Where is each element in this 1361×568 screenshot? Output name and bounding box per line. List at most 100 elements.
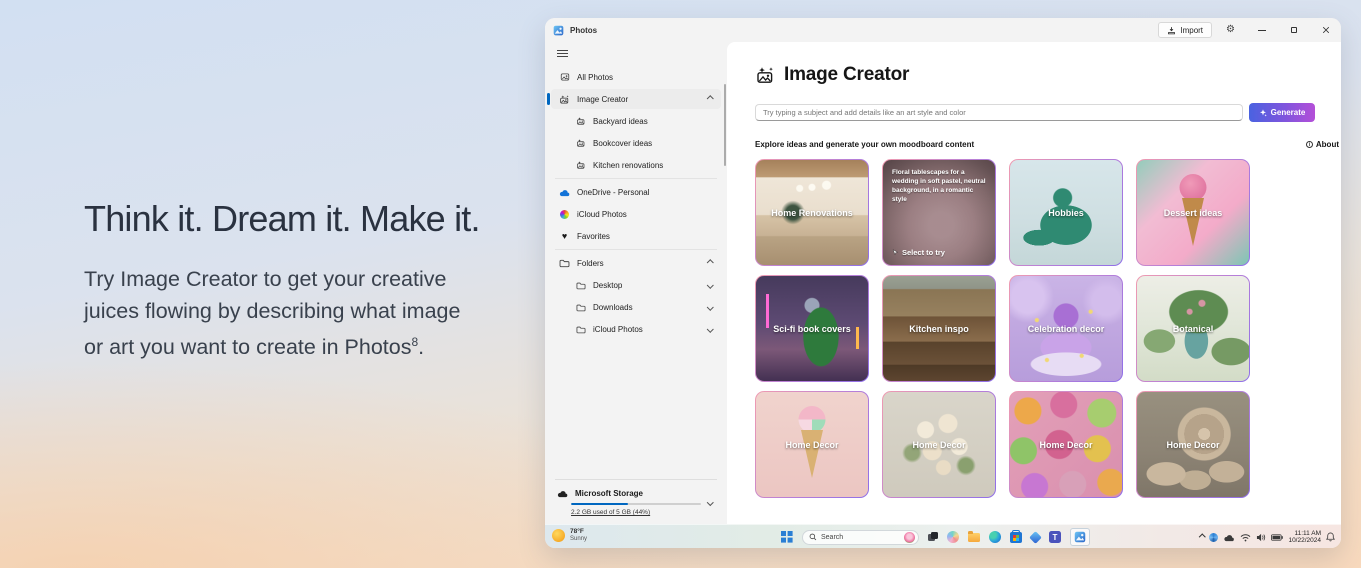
- tile-dessert-ideas[interactable]: Dessert ideas: [1136, 159, 1250, 266]
- image-creator-project-icon: [575, 116, 586, 126]
- sidebar-item-favorites[interactable]: ♥ Favorites: [551, 226, 721, 246]
- sidebar-label: Backyard ideas: [593, 117, 648, 126]
- sidebar-item-onedrive[interactable]: OneDrive - Personal: [551, 182, 721, 202]
- folder-icon: [575, 325, 586, 334]
- chevron-down-icon[interactable]: [708, 324, 713, 333]
- tile-home-decor-macarons[interactable]: Home Decor: [1009, 391, 1123, 498]
- import-button[interactable]: Import: [1158, 22, 1212, 38]
- weather-condition: Sunny: [570, 536, 587, 543]
- sidebar-label: Desktop: [593, 281, 622, 290]
- storage-label: Microsoft Storage: [575, 489, 643, 498]
- tile-label: Dessert ideas: [1137, 208, 1249, 218]
- sidebar-label: iCloud Photos: [577, 210, 627, 219]
- hero-title: Think it. Dream it. Make it.: [84, 198, 504, 240]
- tile-image: Sci-fi book covers: [756, 276, 868, 381]
- sidebar-item-backyard-ideas[interactable]: Backyard ideas: [551, 111, 721, 131]
- sidebar-item-kitchen-renovations[interactable]: Kitchen renovations: [551, 155, 721, 175]
- tile-hobbies[interactable]: Hobbies: [1009, 159, 1123, 266]
- sidebar: All Photos Image Creator Backyard ideas …: [545, 42, 727, 524]
- sidebar-item-folders[interactable]: Folders: [551, 253, 721, 273]
- teams-icon[interactable]: T: [1049, 531, 1061, 543]
- storage-progress-fill: [571, 503, 628, 506]
- sidebar-divider: [555, 249, 717, 250]
- chevron-down-icon[interactable]: [708, 280, 713, 289]
- minimize-button[interactable]: [1255, 23, 1269, 37]
- tile-home-decor-pottery[interactable]: Home Decor: [1136, 391, 1250, 498]
- tile-botanical[interactable]: Botanical: [1136, 275, 1250, 382]
- tile-home-renovations[interactable]: Home Renovations: [755, 159, 869, 266]
- search-icon: [809, 533, 817, 541]
- chevron-down-icon[interactable]: [708, 492, 713, 510]
- chevron-down-icon[interactable]: [708, 302, 713, 311]
- prompt-input[interactable]: [755, 104, 1243, 121]
- volume-icon[interactable]: [1256, 533, 1266, 542]
- close-button[interactable]: [1319, 23, 1333, 37]
- select-to-try[interactable]: Select to try: [892, 248, 945, 257]
- notification-bell-icon[interactable]: [1326, 532, 1335, 542]
- microsoft-store-icon[interactable]: [1010, 532, 1022, 543]
- chevron-up-icon[interactable]: [708, 94, 713, 103]
- tile-home-decor-cone[interactable]: Home Decor: [755, 391, 869, 498]
- sidebar-item-all-photos[interactable]: All Photos: [551, 67, 721, 87]
- tile-floral-prompt[interactable]: Floral tablescapes for a wedding in soft…: [882, 159, 996, 266]
- sidebar-item-icloud-folder[interactable]: iCloud Photos: [551, 319, 721, 339]
- task-view-button[interactable]: [928, 532, 938, 542]
- sidebar-label: Image Creator: [577, 95, 628, 104]
- sidebar-label: Folders: [577, 259, 604, 268]
- diamond-app-icon[interactable]: [1029, 531, 1042, 544]
- sidebar-item-icloud-photos[interactable]: iCloud Photos: [551, 204, 721, 224]
- about-button[interactable]: i About: [1306, 140, 1339, 149]
- tile-home-decor-bouquet[interactable]: Home Decor: [882, 391, 996, 498]
- restore-button[interactable]: [1287, 23, 1301, 37]
- sidebar-item-image-creator[interactable]: Image Creator: [551, 89, 721, 109]
- chevron-up-icon[interactable]: [708, 258, 713, 267]
- battery-icon[interactable]: [1271, 534, 1283, 541]
- hamburger-menu-icon[interactable]: [557, 50, 568, 57]
- tile-label: Hobbies: [1010, 208, 1122, 218]
- sidebar-scrollbar[interactable]: [724, 84, 726, 166]
- tile-scifi-book-covers[interactable]: Sci-fi book covers: [755, 275, 869, 382]
- file-explorer-icon[interactable]: [968, 533, 980, 542]
- generate-sparkle-icon: [1259, 109, 1267, 117]
- tile-image: Home Decor: [1137, 392, 1249, 497]
- heart-icon: ♥: [559, 232, 570, 241]
- sidebar-label: Bookcover ideas: [593, 139, 652, 148]
- page-title: Image Creator: [784, 64, 909, 86]
- search-placeholder: Search: [821, 534, 900, 541]
- tile-celebration-decor[interactable]: Celebration decor: [1009, 275, 1123, 382]
- taskbar-clock[interactable]: 11:11 AM 10/22/2024: [1288, 530, 1321, 545]
- select-to-try-label: Select to try: [902, 248, 945, 257]
- sidebar-item-bookcover-ideas[interactable]: Bookcover ideas: [551, 133, 721, 153]
- tray-chevron-up-icon[interactable]: [1200, 535, 1205, 540]
- storage-usage-link[interactable]: 2.2 GB used of 5 GB (44%): [571, 509, 701, 516]
- tile-image: Dessert ideas: [1137, 160, 1249, 265]
- weather-widget[interactable]: 78°F Sunny: [552, 528, 587, 543]
- storage-panel: Microsoft Storage 2.2 GB used of 5 GB (4…: [545, 479, 727, 525]
- copilot-icon[interactable]: [947, 531, 959, 543]
- sidebar-item-desktop[interactable]: Desktop: [551, 275, 721, 295]
- sidebar-label: OneDrive - Personal: [577, 188, 649, 197]
- icloud-photos-icon: [559, 210, 570, 219]
- sidebar-label: Favorites: [577, 232, 610, 241]
- tile-label: Celebration decor: [1010, 324, 1122, 334]
- explore-heading: Explore ideas and generate your own mood…: [755, 140, 974, 149]
- onedrive-tray-icon[interactable]: [1223, 533, 1235, 542]
- app-identity: Photos: [553, 25, 597, 36]
- sidebar-label: Downloads: [593, 303, 633, 312]
- hero-body-period: .: [418, 335, 424, 359]
- generate-button[interactable]: Generate: [1249, 103, 1315, 122]
- settings-gear-icon[interactable]: ⚙: [1226, 25, 1235, 35]
- start-button[interactable]: [781, 531, 793, 543]
- tile-kitchen-inspo[interactable]: Kitchen inspo: [882, 275, 996, 382]
- folder-icon: [575, 303, 586, 312]
- tile-label: Sci-fi book covers: [756, 324, 868, 334]
- wifi-icon[interactable]: [1240, 533, 1251, 542]
- tile-image: Celebration decor: [1010, 276, 1122, 381]
- image-creator-page: Image Creator Generate Explore ideas and…: [727, 42, 1341, 524]
- import-label: Import: [1180, 26, 1203, 35]
- photos-taskbar-icon-active[interactable]: [1070, 528, 1090, 546]
- edge-browser-icon[interactable]: [989, 531, 1001, 543]
- sidebar-item-downloads[interactable]: Downloads: [551, 297, 721, 317]
- tray-app-icon[interactable]: [1209, 533, 1218, 542]
- taskbar-search[interactable]: Search: [802, 530, 919, 545]
